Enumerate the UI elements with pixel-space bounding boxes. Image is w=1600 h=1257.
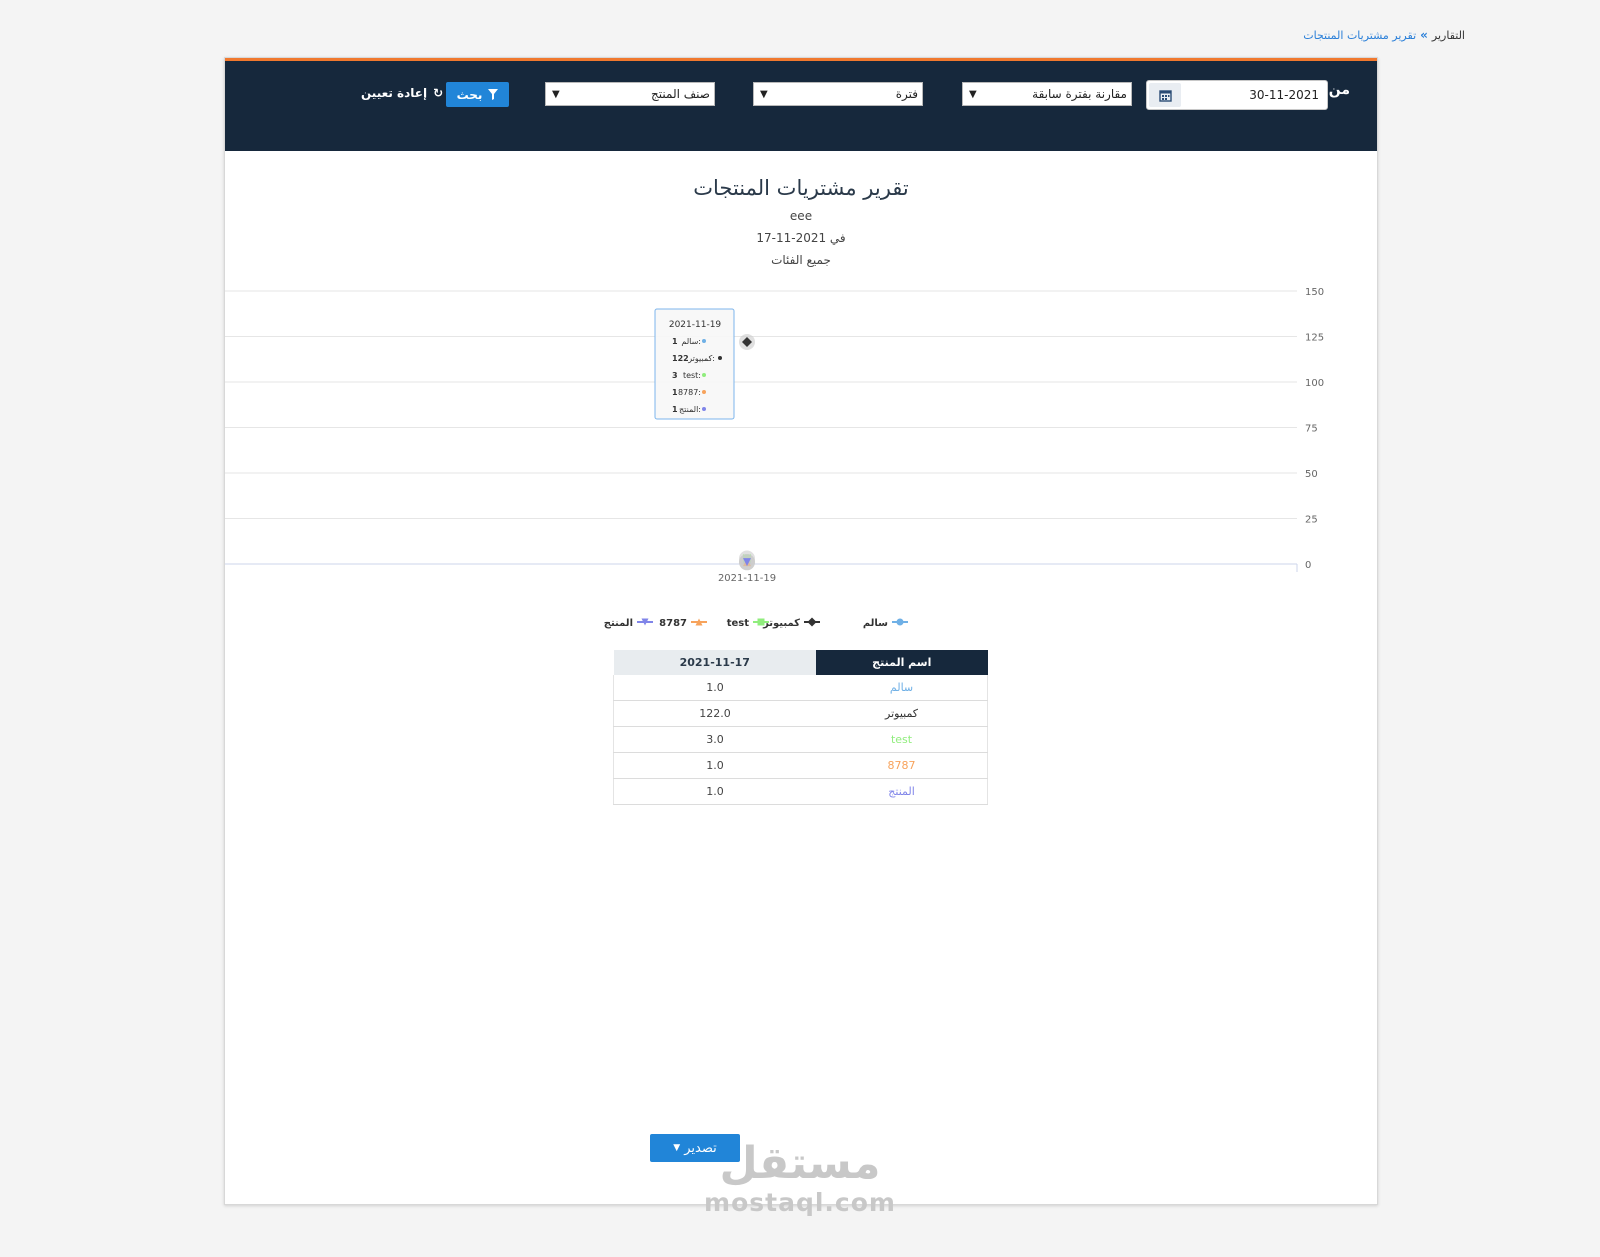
tooltip-series-value: 3 [672,371,678,380]
report-category-line: جميع الفئات [771,253,831,267]
undo-icon: ↻ [433,86,444,100]
watermark-logo: مستقل mostaql.com [700,1138,900,1218]
table-cell-product: 8787 [816,752,989,779]
table-cell-value: 1.0 [613,675,817,701]
purchases-table: 2021-11-17 اسم المنتج 1.0 سالم 122.0 كمبيوت… [613,650,989,805]
tooltip-series-label: المنتج: [679,405,701,414]
tooltip-series-label: 8787: [678,388,701,397]
compare-select-value: مقارنة بفترة سابقة [1032,87,1127,101]
compare-select[interactable]: ▼ مقارنة بفترة سابقة [962,82,1132,106]
tooltip-series-label: سالم: [681,337,701,346]
tooltip-series-value: 1 [672,337,678,346]
caret-down-icon: ▼ [673,1143,681,1153]
table-header-date: 2021-11-17 [613,650,817,675]
filter-bar: من 30-11-2021 ▼ مقارنة بفترة سابقة ▼ فتر… [225,61,1377,151]
tooltip-bullet [718,356,722,360]
y-tick-label: 0 [1305,560,1311,571]
search-button[interactable]: بحث [446,82,509,107]
date-value: 30-11-2021 [1249,88,1319,102]
table-cell-value: 3.0 [613,726,817,753]
table-cell-value: 1.0 [613,752,817,779]
date-field[interactable]: 30-11-2021 [1146,80,1328,110]
y-tick-label: 50 [1305,469,1318,480]
chevron-down-icon: ▼ [760,88,768,100]
watermark-latin: mostaql.com [704,1188,896,1217]
legend-marker [896,618,904,626]
tooltip-series-label: test: [683,371,701,380]
table-cell-product: كمبيوتر [816,700,989,727]
category-select[interactable]: ▼ صنف المنتج [545,82,715,106]
table-row: 1.0 المنتج [613,778,989,805]
report-panel: من 30-11-2021 ▼ مقارنة بفترة سابقة ▼ فتر… [224,57,1378,1205]
purchases-line-chart: 0 25 50 75 100 125 150 2021-11-19 2021-11-19 سالم… [225,287,1324,629]
tooltip-series-value: 1 [672,405,678,414]
tooltip-series-value: 1 [672,388,678,397]
table-cell-value: 122.0 [613,700,817,727]
table-row: 1.0 8787 [613,752,989,779]
tooltip-bullet [702,373,706,377]
legend-label: المنتج [604,618,633,629]
y-tick-label: 100 [1305,378,1324,389]
table-cell-product: المنتج [816,778,989,805]
table-cell-value: 1.0 [613,778,817,805]
table-row: 3.0 test [613,726,989,753]
table-row: 122.0 كمبيوتر [613,700,989,727]
category-select-value: صنف المنتج [651,87,710,101]
chevron-down-icon: ▼ [969,88,977,100]
table-cell-product: test [816,726,989,753]
tooltip-bullet [702,407,706,411]
table-cell-product: سالم [816,675,989,701]
report-subtitle: eee [789,209,813,223]
report-date-line: في 2021-11-17 [756,231,846,245]
chevron-down-icon: ▼ [552,88,560,100]
reset-button-label: إعادة تعيين [361,86,428,100]
reset-button[interactable]: إعادة تعيين ↻ [361,86,443,100]
breadcrumb-current-link[interactable]: تقرير مشتريات المنتجات [1303,29,1416,42]
from-label: من [1328,82,1350,98]
y-tick-label: 125 [1305,333,1324,344]
calendar-icon[interactable] [1149,83,1181,107]
y-tick-label: 25 [1305,515,1318,526]
period-select[interactable]: ▼ فترة [753,82,923,106]
legend-label: كمبيوتر [762,618,800,629]
y-tick-label: 75 [1305,424,1318,435]
tooltip-header: 2021-11-19 [669,320,722,330]
legend-marker [807,617,817,627]
table-header-name: اسم المنتج [816,650,988,675]
legend-marker [757,618,765,626]
breadcrumb: التقارير » تقرير مشتريات المنتجات [1303,28,1465,42]
tooltip-bullet [702,390,706,394]
legend-label: 8787 [659,618,687,629]
watermark-arabic: مستقل [719,1138,881,1189]
y-tick-label: 150 [1305,287,1324,298]
table-row: 1.0 سالم [613,675,989,701]
filter-icon [488,89,499,100]
breadcrumb-separator-icon: » [1420,28,1428,42]
breadcrumb-root-link[interactable]: التقارير [1432,29,1465,42]
period-select-value: فترة [895,87,918,101]
tooltip-bullet [702,339,706,343]
tooltip-series-label: كمبيوتر: [687,354,715,363]
x-tick-label: 2021-11-19 [718,573,776,584]
tooltip-series-value: 122 [672,354,689,363]
report-title: تقرير مشتريات المنتجات [693,176,909,200]
legend-label: test [727,618,750,629]
legend-label: سالم [863,618,888,629]
search-button-label: بحث [456,87,483,102]
